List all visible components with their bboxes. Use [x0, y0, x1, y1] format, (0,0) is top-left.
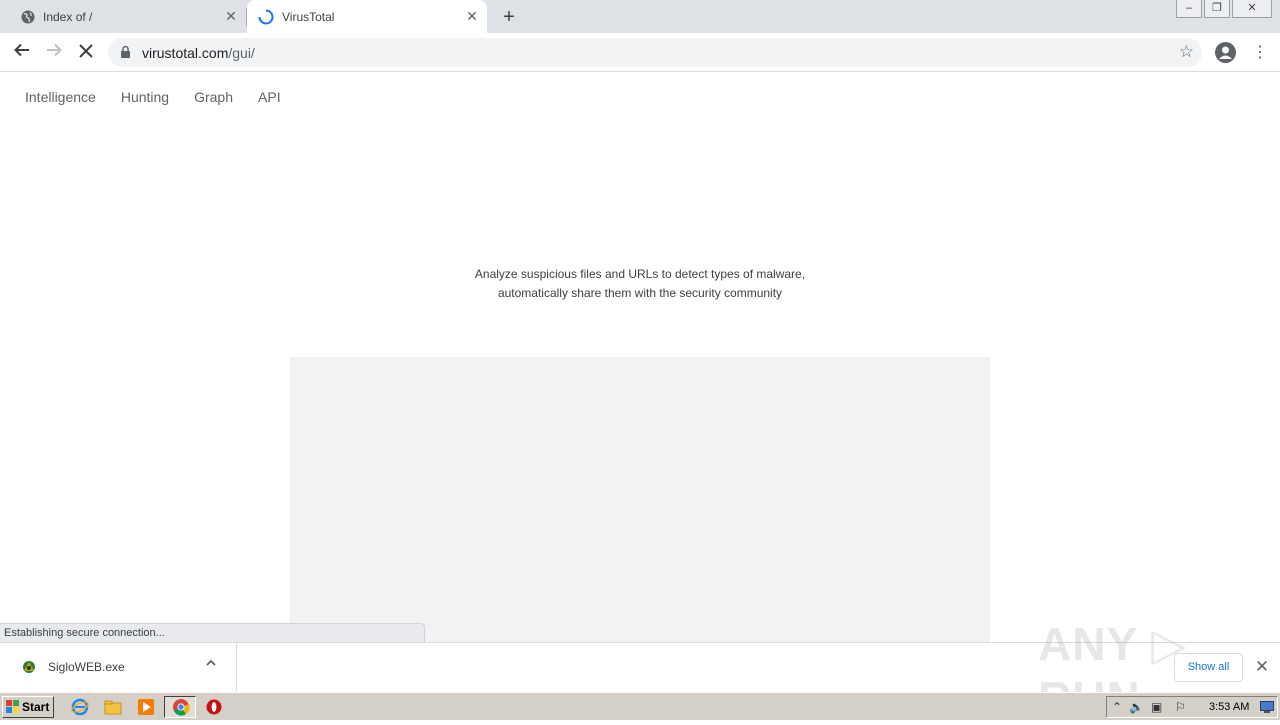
close-tab-icon[interactable]: ✕: [465, 9, 479, 23]
media-player-icon[interactable]: [137, 698, 155, 716]
tagline-line-2: automatically share them with the securi…: [497, 286, 783, 300]
tab-virustotal[interactable]: VirusTotal ✕: [247, 0, 487, 33]
bookmark-star-icon[interactable]: ☆: [1179, 42, 1194, 62]
chrome-taskbar-button[interactable]: [164, 696, 196, 718]
close-tab-icon[interactable]: ✕: [224, 9, 238, 23]
menu-kebab-icon[interactable]: ⋮: [1252, 41, 1268, 65]
file-explorer-icon[interactable]: [104, 698, 122, 716]
action-center-flag-icon[interactable]: ⚐: [1175, 700, 1186, 714]
opera-icon[interactable]: [205, 698, 223, 716]
internet-explorer-icon[interactable]: [71, 698, 89, 716]
system-tray: ⌃ 🔈 ▣ ⚐ 3:53 AM: [1106, 696, 1278, 718]
download-shelf: SigloWEB.exe ANY ▷ RUN Show all ✕: [0, 618, 1280, 724]
url-text[interactable]: virustotal.com/gui/: [142, 45, 255, 61]
minimize-icon[interactable]: –: [1176, 0, 1202, 18]
url-domain: virustotal.com: [142, 45, 229, 61]
nav-api[interactable]: API: [258, 89, 281, 105]
forward-arrow-icon[interactable]: [42, 41, 66, 65]
new-tab-button[interactable]: +: [499, 7, 519, 27]
nav-graph[interactable]: Graph: [194, 89, 233, 105]
close-window-icon[interactable]: ✕: [1232, 0, 1272, 18]
lock-icon: [121, 45, 130, 58]
page-viewport: Intelligence Hunting Graph API Analyze s…: [0, 72, 1280, 647]
tab-strip: Index of / ✕ VirusTotal ✕ + – ❐ ✕: [0, 0, 1280, 33]
upload-panel-placeholder: [290, 357, 990, 647]
loading-spinner-icon: [258, 9, 274, 24]
chrome-icon: [173, 699, 190, 716]
exe-file-icon: [23, 661, 35, 673]
windows-logo-icon: [6, 700, 19, 713]
network-icon[interactable]: ▣: [1151, 700, 1162, 714]
tab-title: VirusTotal: [282, 9, 335, 24]
download-item[interactable]: SigloWEB.exe: [0, 643, 237, 692]
profile-avatar-icon[interactable]: [1215, 42, 1236, 63]
tab-title: Index of /: [43, 9, 93, 24]
tab-index-of[interactable]: Index of / ✕: [10, 0, 246, 33]
start-button[interactable]: Start: [2, 696, 54, 718]
download-file-name: SigloWEB.exe: [48, 660, 125, 674]
address-bar[interactable]: virustotal.com/gui/ ☆: [108, 38, 1202, 67]
chevron-up-icon[interactable]: [205, 657, 217, 672]
close-shelf-icon[interactable]: ✕: [1252, 657, 1272, 677]
show-hidden-icons-icon[interactable]: ⌃: [1112, 700, 1122, 714]
globe-icon: [21, 10, 35, 23]
window-controls: – ❐ ✕: [1174, 0, 1272, 18]
taskbar: Start ⌃ 🔈 ▣ ⚐ 3:53 AM: [0, 692, 1280, 720]
tagline-line-1: Analyze suspicious files and URLs to det…: [474, 267, 806, 281]
stop-loading-icon[interactable]: [74, 41, 98, 65]
browser-toolbar: virustotal.com/gui/ ☆ ⋮: [0, 33, 1280, 72]
volume-icon[interactable]: 🔈: [1129, 700, 1144, 714]
show-all-button[interactable]: Show all: [1174, 653, 1243, 682]
restore-icon[interactable]: ❐: [1204, 0, 1230, 18]
url-path: /gui/: [228, 45, 255, 61]
tagline: Analyze suspicious files and URLs to det…: [0, 265, 1280, 303]
nav-intelligence[interactable]: Intelligence: [25, 89, 96, 105]
back-arrow-icon[interactable]: [10, 41, 34, 65]
status-bubble: Establishing secure connection...: [0, 623, 425, 643]
start-label: Start: [22, 700, 50, 714]
site-nav: Intelligence Hunting Graph API: [25, 89, 281, 105]
nav-hunting[interactable]: Hunting: [121, 89, 169, 105]
taskbar-clock[interactable]: 3:53 AM: [1209, 701, 1249, 713]
show-desktop-icon[interactable]: [1260, 701, 1274, 713]
